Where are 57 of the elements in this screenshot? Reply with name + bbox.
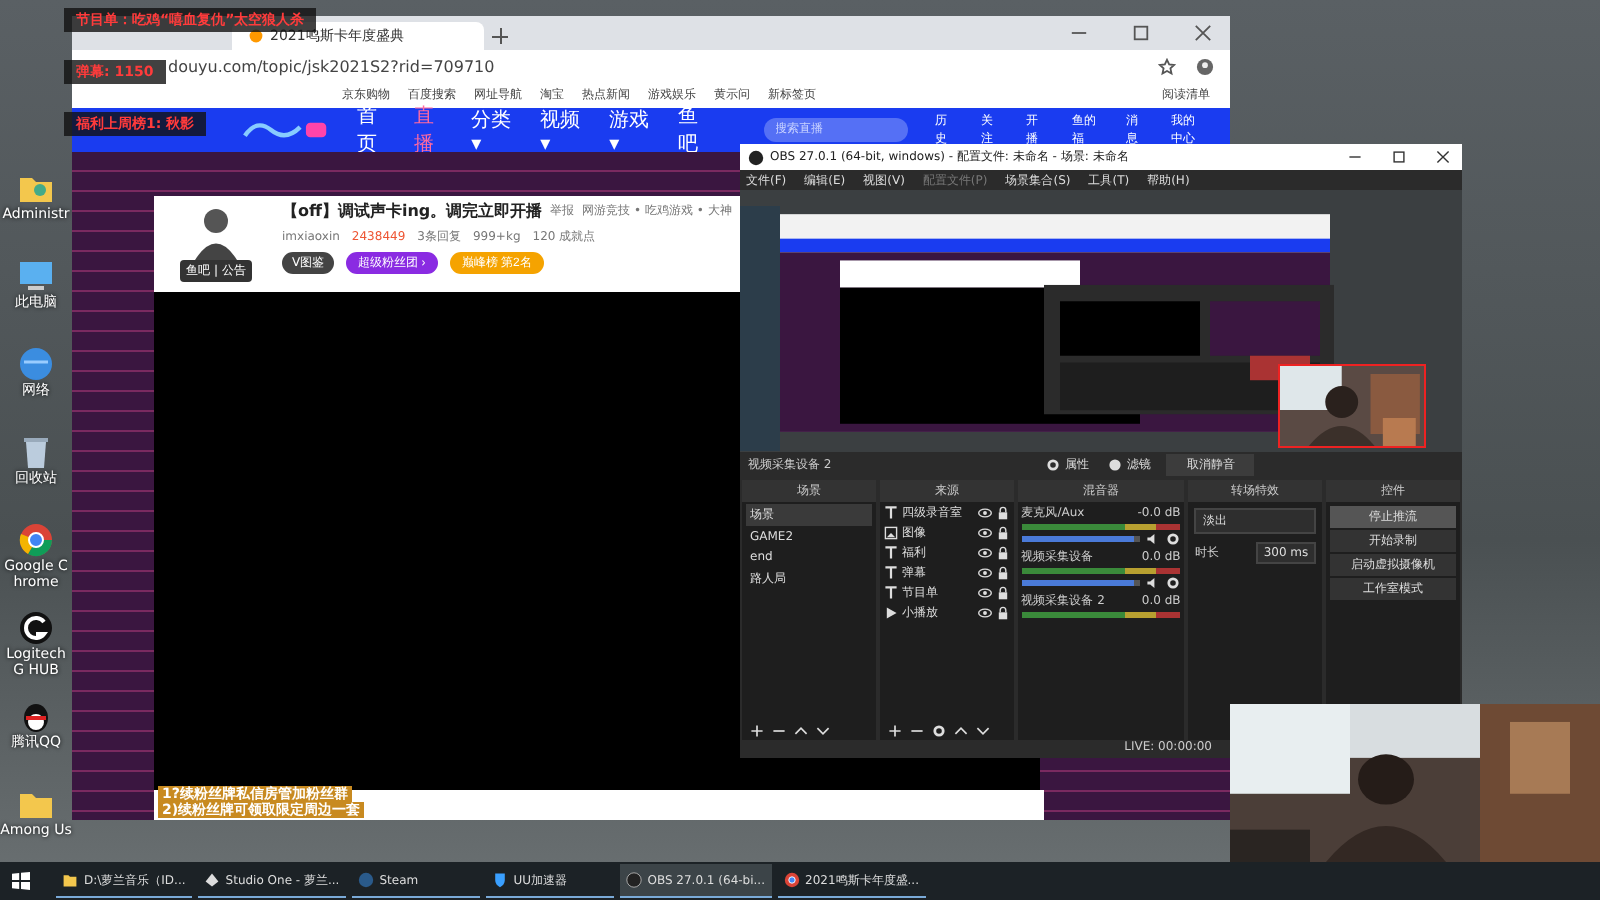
lock-icon[interactable] [995, 545, 1010, 559]
eye-icon[interactable] [977, 545, 992, 559]
eye-icon[interactable] [977, 585, 992, 599]
up-icon[interactable] [953, 724, 968, 738]
monitor-icon[interactable] [16, 256, 56, 296]
image-icon [883, 525, 898, 539]
volume-slider[interactable] [1021, 579, 1141, 585]
play-icon [883, 605, 898, 619]
app-icon [203, 872, 220, 888]
nav-link[interactable]: 视频 ▾ [540, 105, 582, 155]
app-icon[interactable] [16, 608, 56, 648]
browser-icon [783, 872, 799, 888]
up-icon[interactable] [794, 724, 808, 738]
nav-link[interactable]: 游戏 ▾ [609, 105, 651, 155]
star-icon[interactable] [1158, 57, 1176, 75]
nav-link[interactable]: 鱼吧 [678, 102, 708, 158]
app-icon [748, 149, 764, 165]
settings-icon[interactable] [1166, 575, 1181, 589]
volume-slider[interactable] [1021, 535, 1141, 541]
settings-icon [1046, 458, 1061, 472]
settings-icon[interactable] [931, 724, 946, 738]
selection-frame[interactable] [1278, 363, 1426, 447]
text-icon [883, 545, 898, 559]
add-icon[interactable] [887, 724, 902, 738]
down-icon[interactable] [816, 724, 830, 738]
maximize-icon[interactable] [1132, 24, 1150, 42]
lock-icon[interactable] [995, 605, 1010, 619]
eye-icon[interactable] [977, 565, 992, 579]
close-icon[interactable] [1436, 150, 1450, 164]
globe-icon[interactable] [16, 344, 56, 384]
text-icon [883, 505, 898, 519]
eye-icon[interactable] [977, 605, 992, 619]
close-icon[interactable] [1194, 24, 1212, 42]
stream-title: 【off】调试声卡ing。调完立即开播 [282, 200, 543, 222]
browser-icon[interactable] [16, 520, 56, 560]
eye-icon[interactable] [977, 505, 992, 519]
minimize-icon[interactable] [1348, 150, 1362, 164]
app-icon [625, 872, 642, 888]
shield-icon [491, 872, 508, 888]
maximize-icon[interactable] [1392, 150, 1406, 164]
text-icon [883, 565, 898, 579]
settings-icon[interactable] [1166, 531, 1181, 545]
nav-link[interactable]: 分类 ▾ [471, 105, 513, 155]
start-icon[interactable] [12, 872, 30, 890]
down-icon[interactable] [975, 724, 990, 738]
text-icon [883, 585, 898, 599]
folder-icon [62, 872, 78, 888]
eye-icon[interactable] [977, 525, 992, 539]
lock-icon[interactable] [995, 525, 1010, 539]
lock-icon[interactable] [995, 585, 1010, 599]
lock-icon[interactable] [995, 505, 1010, 519]
profile-icon[interactable] [1196, 57, 1214, 75]
address-bar[interactable]: douyu.com/topic/jsk2021S2?rid=709710 [168, 57, 1138, 75]
lock-icon[interactable] [995, 565, 1010, 579]
remove-icon[interactable] [909, 724, 924, 738]
remove-icon[interactable] [772, 724, 786, 738]
add-icon[interactable] [750, 724, 764, 738]
